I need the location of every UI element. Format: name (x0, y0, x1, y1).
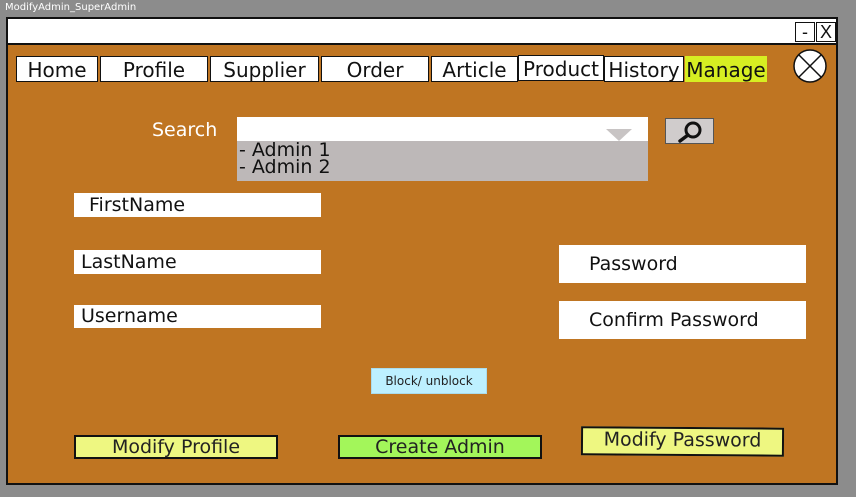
search-dropdown[interactable] (237, 117, 648, 141)
app-window: - X Home Profile Supplier Order Article … (6, 17, 838, 485)
tab-history[interactable]: History (604, 56, 684, 82)
password-field[interactable]: Password (559, 245, 806, 283)
window-caption: ModifyAdmin_SuperAdmin (5, 2, 137, 13)
search-icon (678, 121, 702, 143)
username-field[interactable]: Username (74, 305, 321, 328)
minimize-button[interactable]: - (795, 22, 815, 42)
tab-product[interactable]: Product (518, 55, 604, 81)
last-name-field[interactable]: LastName (74, 250, 321, 274)
tab-supplier[interactable]: Supplier (210, 56, 319, 82)
tab-home[interactable]: Home (16, 56, 98, 82)
tab-order[interactable]: Order (321, 56, 429, 82)
dropdown-list: - Admin 1 - Admin 2 (237, 141, 648, 181)
modify-password-button[interactable]: Modify Password (580, 426, 785, 457)
chevron-down-icon[interactable] (606, 129, 632, 141)
modify-profile-button[interactable]: Modify Profile (74, 435, 278, 459)
tab-article[interactable]: Article (431, 56, 518, 82)
confirm-password-field[interactable]: Confirm Password (559, 301, 806, 339)
search-label: Search (152, 119, 218, 141)
close-circle-icon[interactable] (793, 49, 827, 83)
tab-profile[interactable]: Profile (100, 56, 208, 82)
close-button[interactable]: X (816, 22, 836, 42)
title-bar: - X (8, 19, 836, 45)
first-name-field[interactable]: FirstName (74, 193, 321, 217)
create-admin-button[interactable]: Create Admin (338, 435, 542, 459)
block-unblock-button[interactable]: Block/ unblock (371, 368, 487, 394)
tab-manage[interactable]: Manage (685, 56, 767, 82)
dropdown-option-admin-2[interactable]: - Admin 2 (239, 158, 331, 177)
search-button[interactable] (665, 118, 714, 144)
